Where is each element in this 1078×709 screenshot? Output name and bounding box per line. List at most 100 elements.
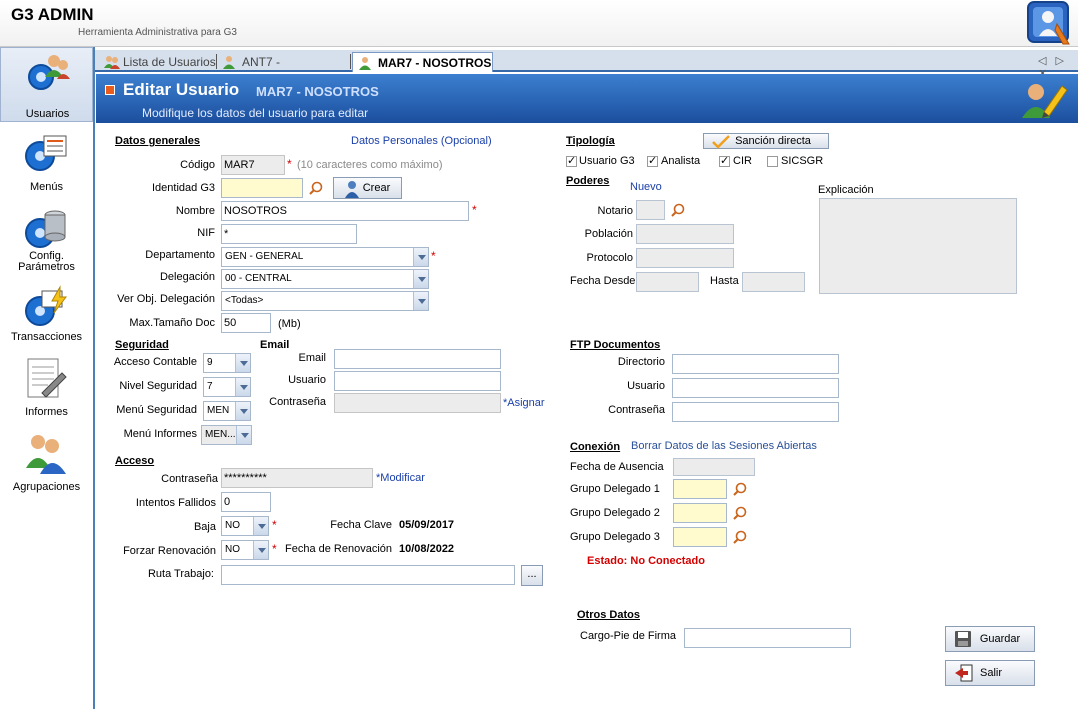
grupo-delegado-2-field[interactable] bbox=[673, 503, 727, 523]
search-icon[interactable] bbox=[733, 506, 747, 520]
nif-field[interactable]: * bbox=[221, 224, 357, 244]
ftp-usuario-field[interactable] bbox=[672, 378, 839, 398]
email-field[interactable] bbox=[334, 349, 501, 369]
users-gear-icon bbox=[28, 55, 70, 90]
fecha-desde-field[interactable] bbox=[636, 272, 699, 292]
tab-mar7[interactable]: MAR7 - NOSOTROS bbox=[352, 52, 493, 72]
ver-obj-delegacion-select[interactable]: <Todas> bbox=[221, 291, 429, 311]
grupo-delegado-3-field[interactable] bbox=[673, 527, 727, 547]
protocolo-field[interactable] bbox=[636, 248, 734, 268]
user-icon bbox=[359, 57, 371, 70]
checkmark-icon bbox=[712, 135, 730, 149]
menu-seguridad-select[interactable]: MEN bbox=[203, 401, 251, 421]
search-icon[interactable] bbox=[671, 203, 685, 217]
codigo-label: Código bbox=[180, 159, 215, 171]
forzar-renovacion-select[interactable]: NO bbox=[221, 540, 269, 560]
sidebar-item-config[interactable]: Config. Parámetros bbox=[0, 202, 93, 282]
ftp-contrasena-label: Contraseña bbox=[608, 404, 665, 416]
hasta-field[interactable] bbox=[742, 272, 805, 292]
search-icon[interactable] bbox=[733, 530, 747, 544]
ruta-trabajo-field[interactable] bbox=[221, 565, 515, 585]
departamento-label: Departamento bbox=[145, 249, 215, 261]
chevron-down-icon bbox=[413, 270, 428, 288]
database-gear-icon bbox=[25, 210, 66, 248]
group-users-icon bbox=[26, 435, 66, 474]
sicsgr-label: SICSGR bbox=[781, 155, 824, 167]
acceso-contable-select[interactable]: 9 bbox=[203, 353, 251, 373]
usuario-g3-checkbox[interactable] bbox=[566, 154, 577, 167]
ftp-directorio-field[interactable] bbox=[672, 354, 839, 374]
tab-label: Lista de Usuarios bbox=[123, 55, 216, 69]
ftp-contrasena-field[interactable] bbox=[672, 402, 839, 422]
grupo-delegado-1-field[interactable] bbox=[673, 479, 727, 499]
baja-select[interactable]: NO bbox=[221, 516, 269, 536]
browse-button[interactable]: ... bbox=[521, 565, 543, 586]
departamento-select[interactable]: GEN - GENERAL bbox=[221, 247, 429, 267]
required-marker: * bbox=[472, 203, 477, 217]
nuevo-poder-link[interactable]: Nuevo bbox=[630, 181, 662, 193]
search-icon[interactable] bbox=[733, 482, 747, 496]
sidebar-label-config: Config. Parámetros bbox=[18, 250, 75, 273]
modificar-link[interactable]: *Modificar bbox=[376, 472, 425, 484]
sidebar-item-informes[interactable]: Informes bbox=[0, 352, 93, 427]
codigo-hint: (10 caracteres como máximo) bbox=[297, 159, 443, 171]
baja-value: NO bbox=[225, 520, 240, 531]
delegacion-select[interactable]: 00 - CENTRAL bbox=[221, 269, 429, 289]
chevron-down-icon bbox=[253, 541, 268, 559]
sidebar-label-informes: Informes bbox=[25, 406, 68, 418]
fecha-ausencia-field[interactable] bbox=[673, 458, 755, 476]
email-usuario-field[interactable] bbox=[334, 371, 501, 391]
explicacion-field[interactable] bbox=[819, 198, 1017, 294]
fecha-desde-label: Fecha Desde bbox=[570, 275, 636, 287]
sicsgr-checkbox[interactable] bbox=[767, 156, 778, 167]
nivel-seguridad-select[interactable]: 7 bbox=[203, 377, 251, 397]
analista-checkbox[interactable] bbox=[647, 154, 658, 167]
asignar-link[interactable]: *Asignar bbox=[503, 397, 545, 409]
sidebar-item-usuarios[interactable]: Usuarios bbox=[0, 47, 93, 122]
notario-field[interactable] bbox=[636, 200, 665, 220]
menu-informes-label: Menú Informes bbox=[123, 428, 197, 440]
sidebar-label-agrupaciones: Agrupaciones bbox=[12, 481, 81, 493]
menu-gear-icon bbox=[25, 135, 67, 171]
sidebar-item-transacciones[interactable]: Transacciones bbox=[0, 282, 93, 357]
intentos-fallidos-field[interactable]: 0 bbox=[221, 492, 271, 512]
header-bullet-icon bbox=[105, 85, 115, 95]
poblacion-field[interactable] bbox=[636, 224, 734, 244]
delegacion-value: 00 - CENTRAL bbox=[225, 273, 292, 284]
hasta-label: Hasta bbox=[710, 275, 739, 287]
nombre-field[interactable]: NOSOTROS bbox=[221, 201, 469, 221]
edit-user-icon bbox=[1022, 78, 1068, 123]
tab-ant7[interactable]: ANT7 - NOSOTROS bbox=[217, 52, 349, 89]
crear-button[interactable]: Crear bbox=[333, 177, 402, 199]
protocolo-label: Protocolo bbox=[586, 252, 633, 264]
acceso-contrasena-field[interactable]: ********** bbox=[221, 468, 373, 488]
email-contrasena-field[interactable] bbox=[334, 393, 501, 413]
page-subtitle: Modifique los datos del usuario para edi… bbox=[142, 106, 369, 120]
sancion-directa-button[interactable]: Sanción directa bbox=[703, 133, 829, 149]
notario-label: Notario bbox=[597, 205, 633, 217]
section-seguridad: Seguridad bbox=[115, 339, 169, 351]
save-icon bbox=[955, 631, 971, 647]
guardar-button[interactable]: Guardar bbox=[945, 626, 1035, 652]
identidad-field[interactable] bbox=[221, 178, 303, 198]
datos-personales-link[interactable]: Datos Personales (Opcional) bbox=[351, 135, 492, 147]
salir-button[interactable]: Salir bbox=[945, 660, 1035, 686]
menu-informes-select[interactable]: MEN... bbox=[201, 425, 252, 445]
transactions-gear-icon bbox=[25, 285, 67, 326]
acceso-contable-label: Acceso Contable bbox=[113, 356, 197, 368]
intentos-fallidos-label: Intentos Fallidos bbox=[135, 497, 216, 509]
ver-obj-delegacion-value: <Todas> bbox=[225, 295, 264, 306]
tab-label: MAR7 - NOSOTROS bbox=[378, 56, 492, 70]
sidebar-item-agrupaciones[interactable]: Agrupaciones bbox=[0, 427, 93, 502]
codigo-field[interactable]: MAR7 bbox=[221, 155, 285, 175]
sidebar-item-menus[interactable]: Menús bbox=[0, 127, 93, 202]
tab-lista-usuarios[interactable]: Lista de Usuarios bbox=[98, 52, 216, 72]
search-icon[interactable] bbox=[309, 181, 323, 195]
max-tamano-field[interactable]: 50 bbox=[221, 313, 271, 333]
section-ftp: FTP Documentos bbox=[570, 339, 661, 351]
borrar-sesiones-link[interactable]: Borrar Datos de las Sesiones Abiertas bbox=[631, 440, 817, 452]
cargo-pie-field[interactable] bbox=[684, 628, 851, 648]
section-email: Email bbox=[260, 339, 290, 351]
cir-checkbox[interactable] bbox=[719, 154, 730, 167]
page-title: Editar Usuario bbox=[123, 80, 240, 99]
